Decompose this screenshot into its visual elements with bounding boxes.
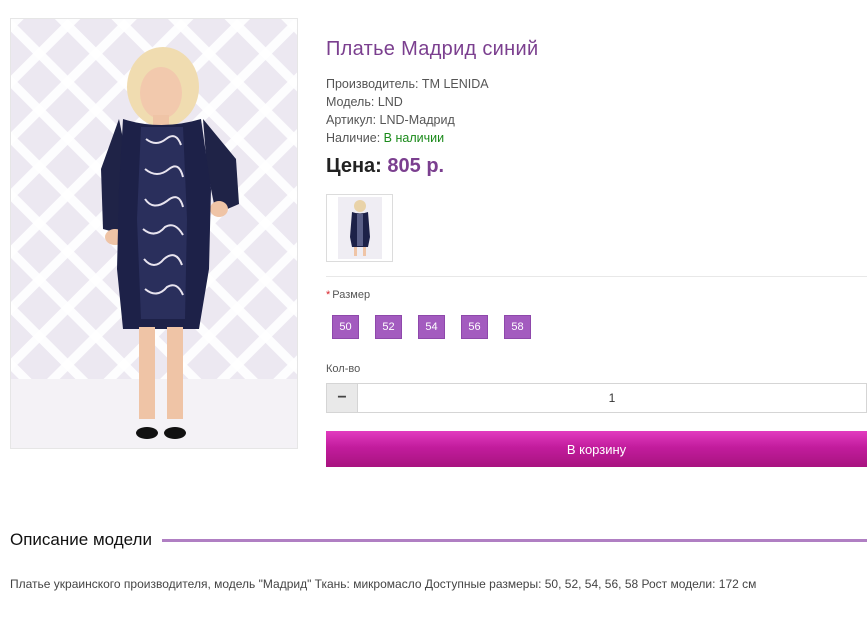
- availability-value: В наличии: [383, 131, 445, 145]
- heading-divider-line: [161, 538, 867, 542]
- size-option[interactable]: 56: [461, 315, 488, 339]
- quantity-stepper: −: [326, 383, 867, 413]
- quantity-input[interactable]: [358, 383, 867, 413]
- options-divider: [326, 276, 867, 277]
- quantity-decrease-button[interactable]: −: [326, 383, 358, 413]
- add-to-cart-button[interactable]: В корзину: [326, 431, 867, 467]
- price-value: 805 р.: [387, 155, 445, 177]
- size-option[interactable]: 58: [504, 315, 531, 339]
- product-title: Платье Мадрид синий: [326, 38, 539, 60]
- size-option[interactable]: 54: [418, 315, 445, 339]
- description-header: Описание модели: [10, 530, 867, 550]
- product-meta: Производитель: ТМ LENIDA Модель: LND Арт…: [326, 75, 867, 147]
- size-option[interactable]: 52: [375, 315, 402, 339]
- thumbnail-image: [337, 197, 382, 259]
- availability-label: Наличие:: [326, 131, 384, 145]
- model-line: Модель: LND: [326, 95, 403, 109]
- price-label: Цена:: [326, 155, 382, 177]
- product-main-image[interactable]: [10, 18, 298, 449]
- availability-line: Наличие: В наличии: [326, 129, 867, 147]
- product-thumbnail[interactable]: [326, 194, 393, 262]
- manufacturer-line: Производитель: ТМ LENIDA: [326, 77, 489, 91]
- quantity-label: Кол-во: [326, 363, 361, 375]
- size-options: 50 52 54 56 58: [332, 315, 531, 339]
- size-option[interactable]: 50: [332, 315, 359, 339]
- product-info: Платье Мадрид синий Производитель: ТМ LE…: [326, 30, 867, 178]
- required-mark: *: [326, 289, 331, 301]
- price-block: Цена: 805 р.: [326, 155, 867, 178]
- description-text: Платье украинского производителя, модель…: [10, 577, 757, 591]
- article-line: Артикул: LND-Мадрид: [326, 113, 455, 127]
- size-label: * Размер: [326, 289, 370, 301]
- description-heading: Описание модели: [10, 530, 152, 549]
- size-label-text: Размер: [332, 289, 371, 301]
- dress-photo: [11, 19, 297, 448]
